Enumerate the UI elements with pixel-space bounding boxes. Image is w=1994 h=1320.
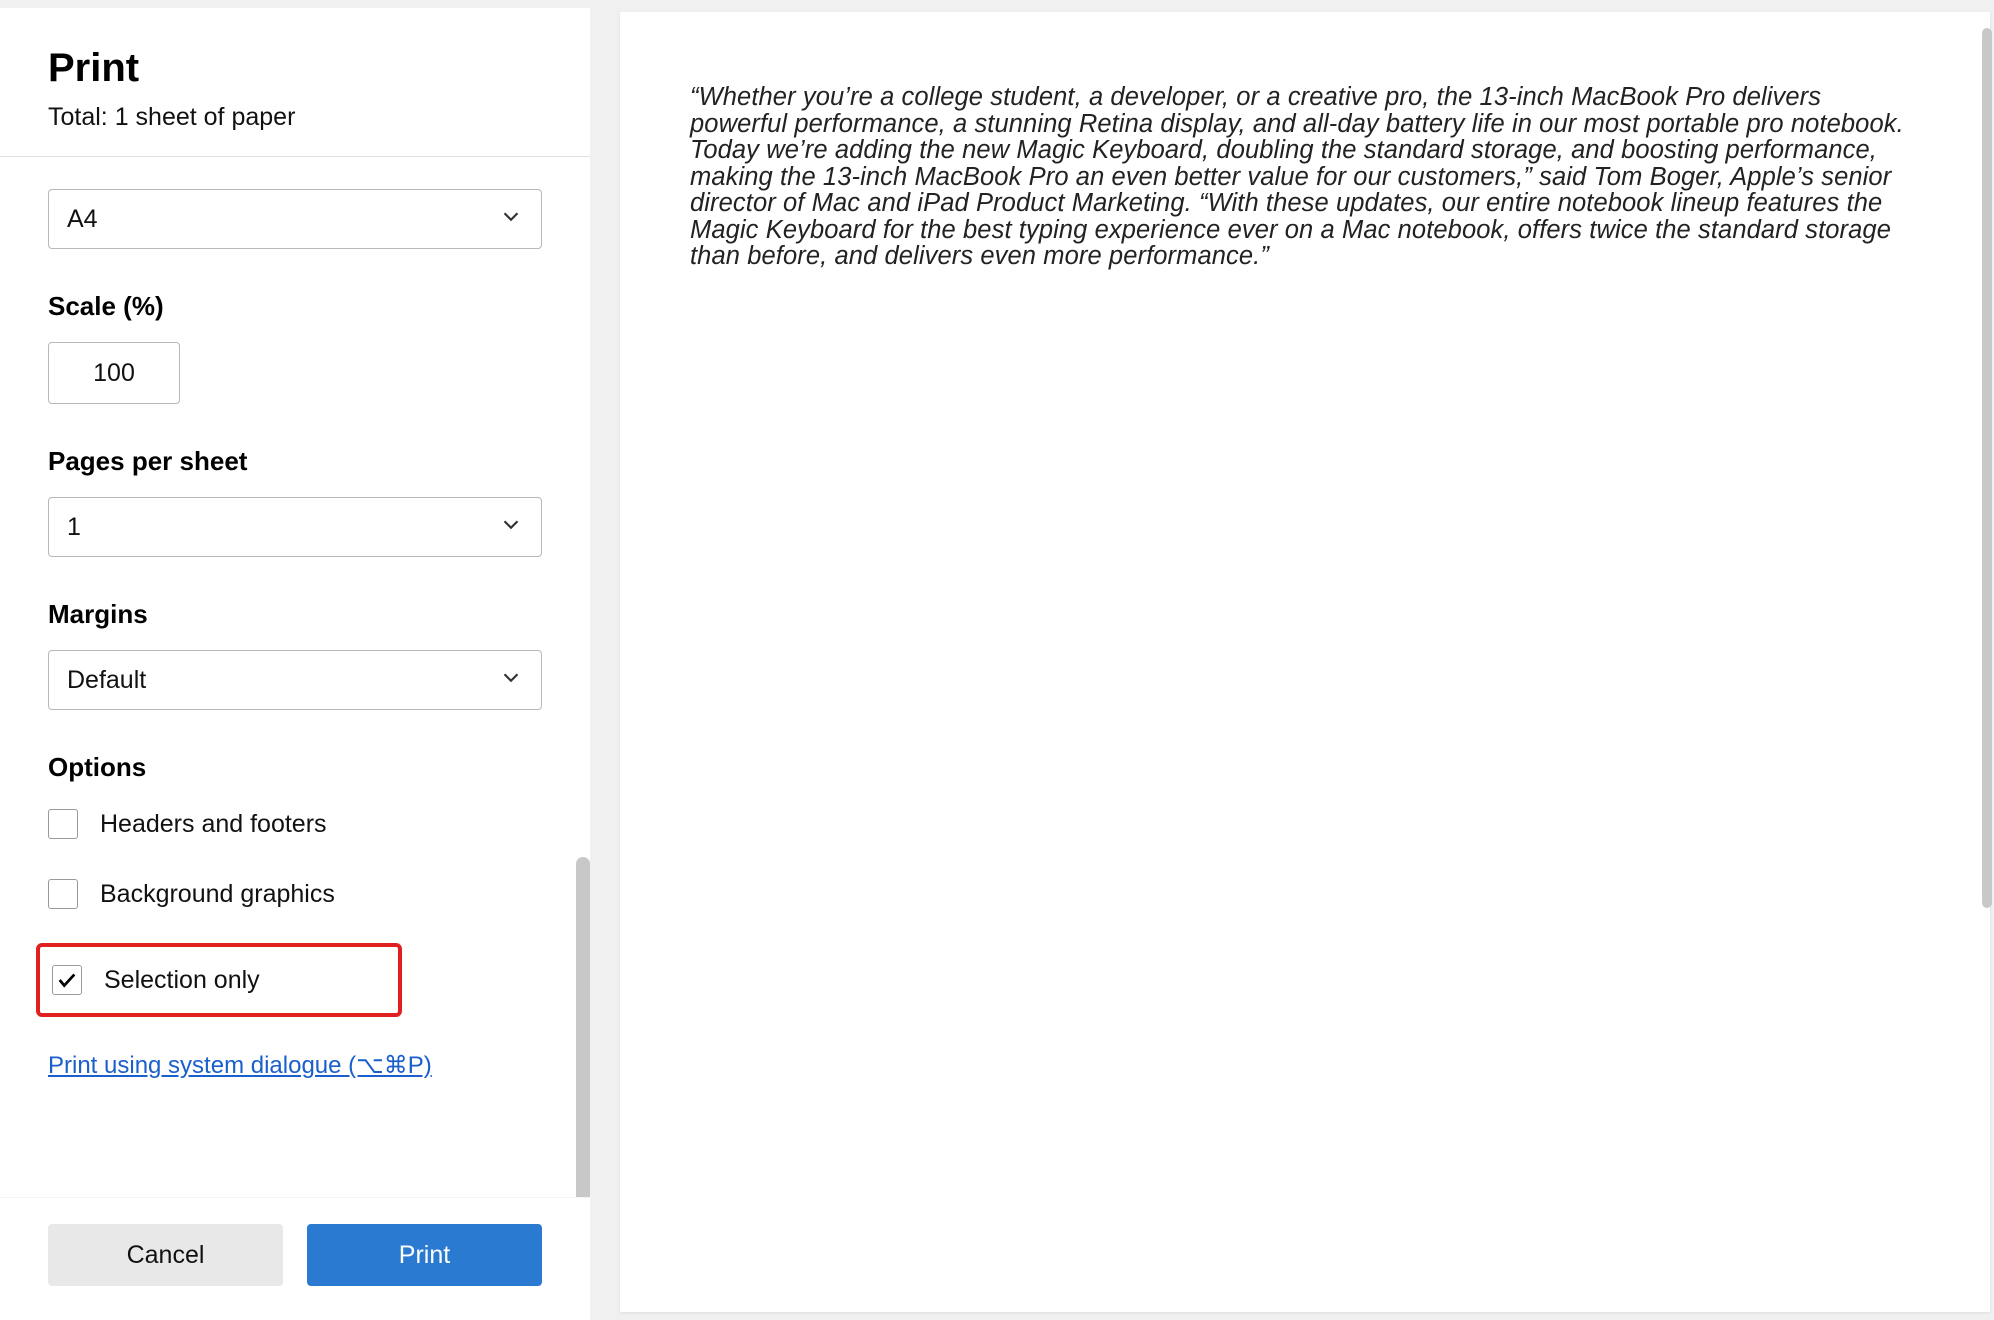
paper-size-group: A4 (48, 189, 542, 249)
headers-footers-label: Headers and footers (100, 810, 327, 839)
paper-size-value[interactable]: A4 (48, 189, 542, 249)
page-title: Print (48, 46, 542, 91)
scale-label: Scale (%) (48, 291, 542, 322)
background-graphics-checkbox[interactable] (48, 879, 78, 909)
sidebar-header: Print Total: 1 sheet of paper (0, 8, 590, 157)
headers-footers-checkbox[interactable] (48, 809, 78, 839)
headers-footers-option[interactable]: Headers and footers (48, 803, 542, 845)
pages-per-sheet-value[interactable]: 1 (48, 497, 542, 557)
margins-value[interactable]: Default (48, 650, 542, 710)
sidebar-scrollbar[interactable] (576, 857, 590, 1197)
total-sheets-text: Total: 1 sheet of paper (48, 103, 542, 132)
pages-per-sheet-label: Pages per sheet (48, 446, 542, 477)
paper-size-select[interactable]: A4 (48, 189, 542, 249)
cancel-button[interactable]: Cancel (48, 1224, 283, 1286)
selection-only-checkbox[interactable] (52, 965, 82, 995)
print-preview-area: “Whether you’re a college student, a dev… (604, 8, 1992, 1320)
background-graphics-option[interactable]: Background graphics (48, 873, 542, 915)
selection-only-label: Selection only (104, 966, 260, 995)
preview-scrollbar[interactable] (1982, 28, 1992, 908)
selection-only-highlight: Selection only (36, 943, 402, 1017)
background-graphics-label: Background graphics (100, 880, 335, 909)
print-sidebar: Print Total: 1 sheet of paper A4 Scale (… (0, 8, 590, 1320)
margins-select[interactable]: Default (48, 650, 542, 710)
options-label: Options (48, 752, 542, 783)
print-button[interactable]: Print (307, 1224, 542, 1286)
pages-per-sheet-select[interactable]: 1 (48, 497, 542, 557)
scale-input[interactable] (48, 342, 180, 404)
sidebar-footer: Cancel Print (0, 1197, 590, 1320)
sidebar-body: A4 Scale (%) Pages per sheet 1 Margins D… (0, 157, 590, 1197)
system-dialog-link[interactable]: Print using system dialogue (⌥⌘P) (48, 1051, 432, 1080)
preview-page: “Whether you’re a college student, a dev… (620, 12, 1990, 1312)
preview-text-content: “Whether you’re a college student, a dev… (690, 84, 1920, 270)
margins-label: Margins (48, 599, 542, 630)
